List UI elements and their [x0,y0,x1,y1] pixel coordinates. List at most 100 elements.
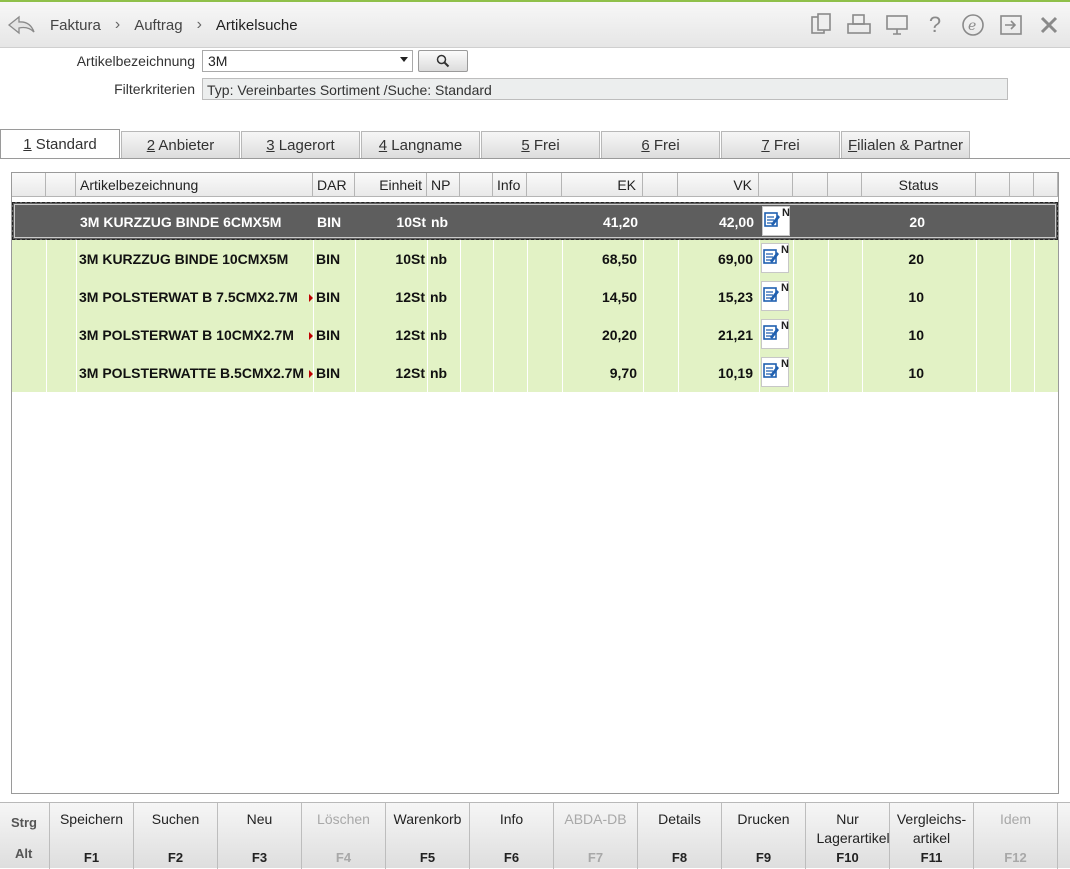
table-header: Artikelbezeichnung DAR Einheit NP Info E… [12,173,1058,197]
col-header-status[interactable]: Status [862,173,976,197]
function-key-bar: Strg Alt Speichern F1 Suchen F2 Neu F3 Löschen… [0,802,1070,869]
fkey-label: Vergleichs-artikel [896,811,967,846]
fkey-label: Löschen [317,811,370,827]
note-icon[interactable]: N [761,319,789,349]
fkey-f11-button[interactable]: Vergleichs-artikel F11 [890,803,974,869]
export-icon[interactable] [998,12,1024,38]
col-header-marker [12,173,46,197]
col-header-dar[interactable]: DAR [313,173,355,197]
modifier-strg: Strg [11,815,37,830]
tab-frei-7[interactable]: 7 Frei [721,131,840,158]
cell-divider [527,240,528,278]
table-row[interactable]: 3M KURZZUG BINDE 10CMX5M BIN 10St nb 68,50 69… [12,240,1058,278]
cell-name: 3M KURZZUG BINDE 6CMX5M [80,214,282,230]
article-table[interactable]: Artikelbezeichnung DAR Einheit NP Info E… [11,172,1059,794]
cell-divider [1010,354,1011,392]
cell-dar: BIN [316,289,341,305]
article-search-value: 3M [208,53,228,69]
fkey-f7-button[interactable]: ABDA-DB F7 [554,803,638,869]
col-header-name[interactable]: Artikelbezeichnung [76,173,313,197]
tab-label: Frei [649,137,680,154]
col-header-blank5 [828,173,862,197]
tab-standard[interactable]: 1 Standard [0,129,120,158]
close-icon[interactable] [1036,12,1062,38]
cell-divider [643,354,644,392]
tab-hotkey: 7 [761,137,770,154]
fkey-label: Drucken [737,811,790,827]
tab-filialen-partner[interactable]: Filialen & Partner [841,131,970,158]
col-header-blank2 [527,173,562,197]
cell-divider [493,278,494,316]
note-icon[interactable]: N [762,206,790,236]
fkey-label: Warenkorb [393,811,462,827]
note-icon[interactable]: N [761,357,789,387]
e-icon[interactable]: e [960,12,986,38]
note-icon[interactable]: N [761,281,789,311]
cell-vk: 69,00 [717,251,753,267]
tab-anbieter[interactable]: 2 Anbieter [121,131,240,158]
help-icon[interactable]: ? [922,12,948,38]
tab-frei-5[interactable]: 5 Frei [481,131,600,158]
tab-langname[interactable]: 4 Langname [361,131,480,158]
note-letter: N [781,244,789,256]
fkey-f1-button[interactable]: Speichern F1 [50,803,134,869]
fkey-f10-button[interactable]: Nur Lagerartikel F10 [806,803,890,869]
fkey-label: Speichern [59,811,124,827]
cell-divider [793,240,794,278]
print-icon[interactable] [846,12,872,38]
breadcrumb-item-auftrag[interactable]: Auftrag [134,17,182,34]
dropdown-arrow-icon[interactable] [400,57,408,62]
filter-field: Typ: Vereinbartes Sortiment /Suche: Stan… [202,78,1008,100]
fkey-label: Details [658,811,701,827]
cell-einheit: 12St [395,289,425,305]
tab-lagerort[interactable]: 3 Lagerort [241,131,360,158]
col-header-blank3 [643,173,678,197]
tab-hotkey: 3 [266,137,275,154]
fkey-f6-button[interactable]: Info F6 [470,803,554,869]
col-header-einheit[interactable]: Einheit [355,173,427,197]
fkey-f4-button[interactable]: Löschen F4 [302,803,386,869]
table-row[interactable]: 3M POLSTERWAT B 10CMX2.7M BIN 12St nb 20,20 2… [12,316,1058,354]
fkey-shortcut: F12 [1004,850,1027,865]
tab-frei-6[interactable]: 6 Frei [601,131,720,158]
breadcrumb-item-faktura[interactable]: Faktura [50,17,101,34]
cell-divider [759,278,760,316]
monitor-icon[interactable] [884,12,910,38]
tab-hotkey: 2 [146,137,156,154]
note-icon[interactable]: N [761,243,789,273]
table-row[interactable]: 3M POLSTERWATTE B.5CMX2.7M BIN 12St nb 9,70 1… [12,354,1058,392]
fkey-f2-button[interactable]: Suchen F2 [134,803,218,869]
table-row[interactable]: 3M KURZZUG BINDE 6CMX5M BIN 10St nb 41,20 42,… [12,202,1058,240]
fkey-f9-button[interactable]: Drucken F9 [722,803,806,869]
fkey-f8-button[interactable]: Details F8 [638,803,722,869]
cell-divider [643,316,644,354]
fkey-label: ABDA-DB [564,811,627,827]
col-header-vk[interactable]: VK [678,173,759,197]
svg-text:e: e [968,18,976,34]
article-search-combobox[interactable]: 3M [202,50,413,72]
fkey-shortcut: F1 [83,850,100,865]
fkey-f12-button[interactable]: Idem F12 [974,803,1058,869]
fkey-label: Neu [246,811,273,827]
table-row[interactable]: 3M POLSTERWAT B 7.5CMX2.7M BIN 12St nb 14,50… [12,278,1058,316]
cell-ek: 41,20 [602,214,638,230]
cell-name: 3M KURZZUG BINDE 10CMX5M [79,251,289,267]
cell-divider [759,316,760,354]
search-button[interactable] [418,50,468,72]
tab-hotkey: 1 [23,136,32,153]
col-header-ek[interactable]: EK [562,173,643,197]
cell-vk: 21,21 [717,327,753,343]
cell-name: 3M POLSTERWATTE B.5CMX2.7M [76,354,313,392]
copy-icon[interactable] [808,12,834,38]
cell-divider [46,278,47,316]
fkey-f5-button[interactable]: Warenkorb F5 [386,803,470,869]
fkey-shortcut: F9 [755,850,772,865]
fkey-f3-button[interactable]: Neu F3 [218,803,302,869]
back-arrow-icon[interactable] [6,10,36,40]
fkey-shortcut: F6 [503,850,520,865]
col-header-info[interactable]: Info [493,173,527,197]
fkey-label: Info [499,811,524,827]
cell-ek: 20,20 [601,327,637,343]
cell-divider [759,354,760,392]
col-header-np[interactable]: NP [427,173,460,197]
